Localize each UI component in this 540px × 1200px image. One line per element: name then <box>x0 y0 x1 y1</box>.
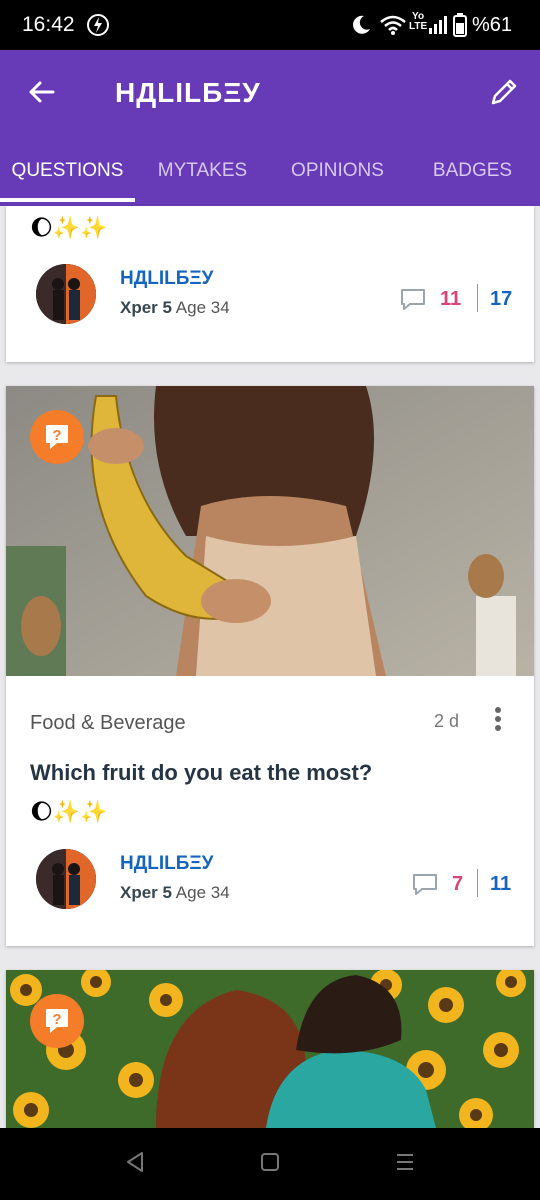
question-card[interactable]: 🌔✨✨ НДLILБΞУ Xper 5 Age 34 11 17 <box>6 206 534 362</box>
opinions-comment-icon <box>400 288 426 312</box>
question-card[interactable]: ? <box>6 970 534 1128</box>
author-name[interactable]: НДLILБΞУ <box>120 268 213 290</box>
opinions-count: 7 <box>452 873 464 895</box>
tab-opinions[interactable]: OPINIONS <box>270 146 405 206</box>
author-avatar[interactable] <box>36 264 96 324</box>
question-type-badge: ? <box>30 994 84 1048</box>
stats-divider <box>477 284 478 312</box>
views-count: 11 <box>490 873 512 895</box>
back-arrow-icon[interactable] <box>26 76 58 108</box>
views-count: 17 <box>490 288 513 310</box>
author-meta: Xper 5 Age 34 <box>120 298 230 318</box>
author-age: Age 34 <box>175 883 230 902</box>
more-options-icon[interactable] <box>494 706 502 732</box>
author-avatar[interactable] <box>36 849 96 909</box>
question-category[interactable]: Food & Beverage <box>30 712 186 735</box>
app-bar: НДLILБΞУ QUESTIONS MYTAKES OPINIONS BADG… <box>0 50 540 206</box>
battery-percentage: %61 <box>472 13 513 36</box>
question-emoji-line: 🌔✨✨ <box>30 216 108 241</box>
do-not-disturb-moon-icon <box>350 12 372 38</box>
author-meta: Xper 5 Age 34 <box>120 883 230 903</box>
edit-pencil-icon[interactable] <box>488 76 520 108</box>
signal-strength-icon <box>428 12 448 38</box>
author-level: Xper 5 <box>120 298 172 317</box>
question-image-sunflowers[interactable] <box>6 970 534 1128</box>
tab-mytakes[interactable]: MYTAKES <box>135 146 270 206</box>
author-age: Age 34 <box>175 298 230 317</box>
svg-text:?: ? <box>52 1011 61 1028</box>
stats-divider <box>477 869 478 897</box>
author-level: Xper 5 <box>120 883 172 902</box>
question-type-badge: ? <box>30 410 84 464</box>
opinions-comment-icon <box>412 873 438 897</box>
opinions-count: 11 <box>440 288 462 310</box>
question-image-banana[interactable] <box>6 386 534 676</box>
status-time: 16:42 <box>22 13 75 36</box>
question-title[interactable]: Which fruit do you eat the most? <box>30 760 372 786</box>
question-card[interactable]: ? Food & Beverage 2 d Which fruit do you… <box>6 386 534 946</box>
notification-app-icon <box>86 12 110 38</box>
svg-text:?: ? <box>52 427 61 444</box>
system-navigation-bar <box>0 1128 540 1200</box>
nav-recents-menu-icon[interactable] <box>394 1150 416 1179</box>
network-type-label: Yo LTE <box>409 11 428 32</box>
active-tab-indicator <box>0 198 135 202</box>
status-bar: 16:42 Yo LTE %61 <box>0 0 540 50</box>
tab-questions[interactable]: QUESTIONS <box>0 146 135 206</box>
profile-title: НДLILБΞУ <box>115 77 261 108</box>
battery-icon <box>453 12 467 38</box>
profile-tabs: QUESTIONS MYTAKES OPINIONS BADGES <box>0 146 540 206</box>
author-name[interactable]: НДLILБΞУ <box>120 853 213 875</box>
nav-home-square-icon[interactable] <box>259 1150 281 1179</box>
wifi-icon <box>380 12 406 38</box>
tab-badges[interactable]: BADGES <box>405 146 540 206</box>
nav-back-triangle-icon[interactable] <box>124 1150 146 1179</box>
question-time-ago: 2 d <box>434 711 460 731</box>
question-emoji-line: 🌔✨✨ <box>30 800 108 825</box>
